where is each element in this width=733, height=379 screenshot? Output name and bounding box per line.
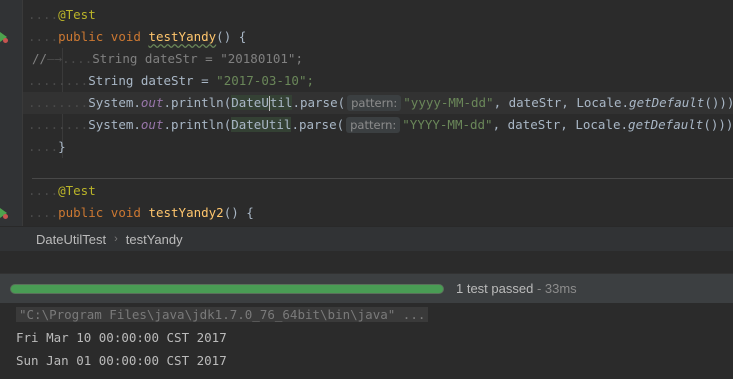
breadcrumb: DateUtilTest › testYandy [0, 226, 733, 251]
chevron-right-icon: › [114, 233, 118, 245]
test-progress-bar [10, 284, 444, 294]
test-run-panel: 1 test passed - 33ms [0, 273, 733, 303]
parameter-hint: pattern: [346, 117, 401, 133]
breadcrumb-method[interactable]: testYandy [126, 232, 183, 247]
method-name: testYandy2 [148, 205, 224, 220]
console-output-line: Sun Jan 01 00:00:00 CST 2017 [16, 353, 227, 368]
method-name: testYandy [148, 29, 217, 44]
code-line[interactable]: ....public void testYandy() { [28, 26, 246, 48]
editor-gutter[interactable] [0, 0, 22, 226]
code-line[interactable]: ....public void testYandy2() { [28, 202, 254, 224]
status-time: - 33ms [533, 281, 577, 296]
console-output-line: Fri Mar 10 00:00:00 CST 2017 [16, 330, 227, 345]
breadcrumb-class[interactable]: DateUtilTest [36, 232, 106, 247]
code-line-current[interactable]: ........System.out.println(DateUtil.pars… [23, 92, 733, 114]
code-line[interactable]: ........String dateStr = "2017-03-10"; [28, 70, 314, 92]
code-line[interactable]: ....} [28, 136, 66, 158]
code-editor[interactable]: ....@Test ....public void testYandy() { … [0, 0, 733, 226]
console-output[interactable]: "C:\Program Files\java\jdk1.7.0_76_64bit… [0, 303, 733, 379]
annotation: @Test [58, 183, 96, 198]
annotation: @Test [58, 7, 96, 22]
code-line[interactable]: ....@Test [28, 180, 96, 202]
code-line[interactable]: ....@Test [28, 4, 96, 26]
test-status: 1 test passed - 33ms [456, 274, 577, 304]
status-text: 1 test passed [456, 281, 534, 296]
run-test-icon[interactable] [0, 208, 8, 219]
code-line[interactable]: ........System.out.println(DateUtil.pars… [28, 114, 733, 136]
run-test-icon[interactable] [0, 32, 8, 43]
code-line-commented[interactable]: //—→....String dateStr = "20180101"; [32, 48, 303, 70]
method-separator [32, 178, 733, 179]
parameter-hint: pattern: [347, 95, 402, 111]
console-command-line[interactable]: "C:\Program Files\java\jdk1.7.0_76_64bit… [16, 303, 733, 326]
progress-fill [11, 285, 443, 293]
